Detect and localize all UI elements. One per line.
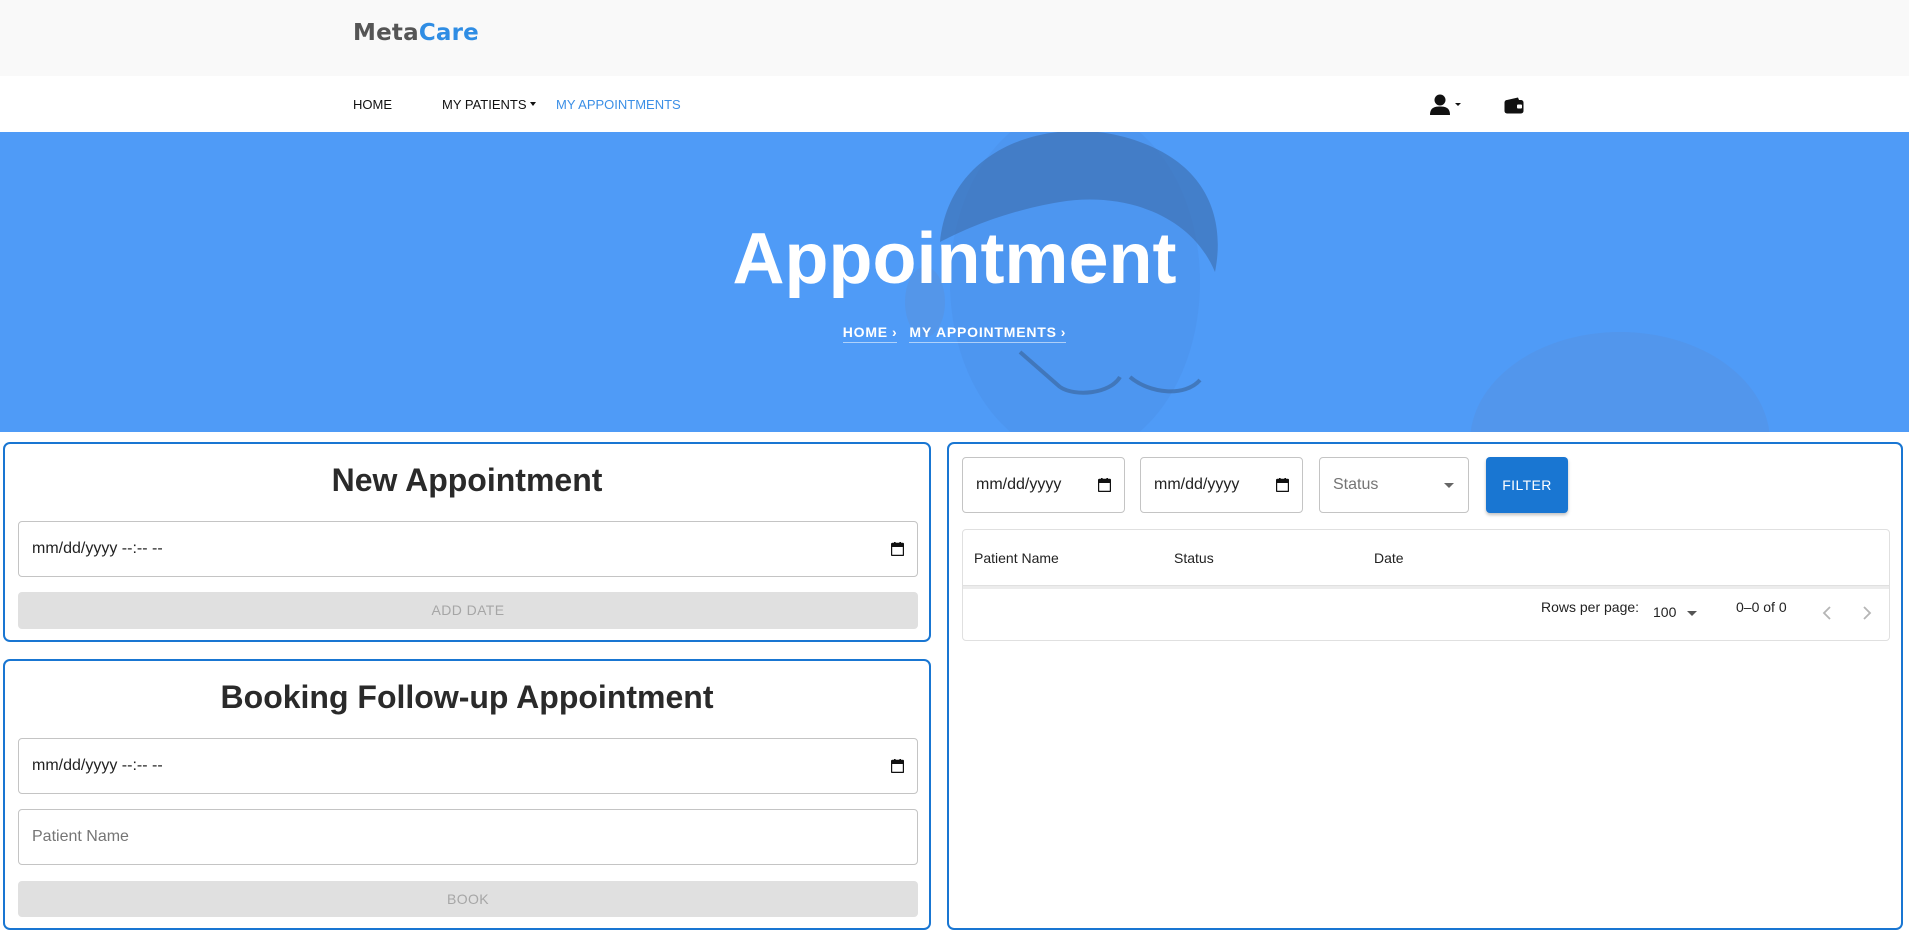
user-menu-button[interactable] bbox=[1430, 94, 1466, 121]
follow-up-title: Booking Follow-up Appointment bbox=[220, 679, 714, 715]
status-select[interactable]: Status bbox=[1319, 457, 1469, 513]
new-appointment-title: New Appointment bbox=[331, 462, 603, 498]
brand-bar: MetaCare bbox=[0, 0, 1909, 76]
chevron-right-icon[interactable] bbox=[1861, 605, 1873, 621]
follow-up-panel: Booking Follow-up Appointment mm/dd/yyyy… bbox=[3, 659, 931, 930]
patient-name-input[interactable]: Patient Name bbox=[18, 809, 918, 865]
table-header: Patient Name Status Date bbox=[963, 530, 1889, 586]
chevron-left-icon[interactable] bbox=[1821, 605, 1833, 621]
appointments-table: Patient Name Status Date Rows per page: … bbox=[962, 529, 1890, 641]
nav-my-patients-label: MY PATIENTS bbox=[442, 97, 527, 112]
new-appointment-panel: New Appointment mm/dd/yyyy --:-- -- ADD … bbox=[3, 442, 931, 642]
calendar-icon[interactable] bbox=[1098, 478, 1111, 492]
book-button[interactable]: BOOK bbox=[18, 881, 918, 917]
from-date-value: mm/dd/yyyy bbox=[976, 476, 1062, 493]
breadcrumb: HOME › MY APPOINTMENTS › bbox=[0, 324, 1909, 343]
calendar-icon[interactable] bbox=[1276, 478, 1289, 492]
logo[interactable]: MetaCare bbox=[353, 20, 479, 46]
dropdown-caret-icon bbox=[529, 102, 536, 107]
nav-home[interactable]: HOME bbox=[353, 97, 392, 112]
rows-per-page-select[interactable]: 100 bbox=[1653, 601, 1703, 623]
loading-bar bbox=[963, 586, 1889, 589]
hero-banner: Appointment HOME › MY APPOINTMENTS › bbox=[0, 132, 1909, 432]
column-header-status[interactable]: Status bbox=[1174, 550, 1214, 566]
wallet-icon bbox=[1504, 97, 1524, 114]
nav-my-appointments[interactable]: MY APPOINTMENTS bbox=[556, 97, 681, 112]
status-placeholder: Status bbox=[1333, 476, 1379, 493]
add-date-button[interactable]: ADD DATE bbox=[18, 592, 918, 629]
breadcrumb-my-appointments[interactable]: MY APPOINTMENTS › bbox=[909, 324, 1067, 343]
logo-part-meta: Meta bbox=[353, 20, 419, 46]
column-header-date[interactable]: Date bbox=[1374, 550, 1404, 566]
chevron-right-icon: › bbox=[891, 324, 898, 340]
wallet-button[interactable] bbox=[1504, 96, 1524, 119]
appointments-list-panel: mm/dd/yyyy mm/dd/yyyy Status FILTER Pati… bbox=[947, 442, 1903, 930]
page-title: Appointment bbox=[732, 219, 1177, 299]
dropdown-caret-icon bbox=[1687, 611, 1697, 616]
datetime-value: mm/dd/yyyy --:-- -- bbox=[32, 540, 163, 557]
rows-per-page-value: 100 bbox=[1653, 604, 1677, 620]
calendar-icon[interactable] bbox=[891, 542, 904, 556]
user-icon bbox=[1430, 94, 1461, 115]
main-nav: HOME MY PATIENTS MY APPOINTMENTS bbox=[0, 76, 1909, 132]
datetime-value: mm/dd/yyyy --:-- -- bbox=[32, 757, 163, 774]
filter-button[interactable]: FILTER bbox=[1486, 457, 1568, 513]
dropdown-caret-icon bbox=[1444, 483, 1454, 488]
chevron-right-icon: › bbox=[1060, 324, 1067, 340]
nav-my-patients[interactable]: MY PATIENTS bbox=[442, 97, 536, 112]
logo-part-care: Care bbox=[418, 20, 479, 46]
breadcrumb-home[interactable]: HOME › bbox=[842, 324, 898, 343]
breadcrumb-home-label: HOME bbox=[842, 324, 888, 340]
from-date-input[interactable]: mm/dd/yyyy bbox=[962, 457, 1125, 513]
table-pagination: Rows per page: 100 0–0 of 0 bbox=[963, 590, 1889, 640]
pagination-range: 0–0 of 0 bbox=[1736, 599, 1787, 615]
rows-per-page-label: Rows per page: bbox=[1541, 599, 1640, 615]
to-date-input[interactable]: mm/dd/yyyy bbox=[1140, 457, 1303, 513]
new-appointment-datetime-input[interactable]: mm/dd/yyyy --:-- -- bbox=[18, 521, 918, 577]
to-date-value: mm/dd/yyyy bbox=[1154, 476, 1240, 493]
calendar-icon[interactable] bbox=[891, 759, 904, 773]
breadcrumb-my-appointments-label: MY APPOINTMENTS bbox=[909, 324, 1057, 340]
patient-name-placeholder: Patient Name bbox=[32, 828, 129, 845]
column-header-patient-name[interactable]: Patient Name bbox=[974, 550, 1059, 566]
follow-up-datetime-input[interactable]: mm/dd/yyyy --:-- -- bbox=[18, 738, 918, 794]
